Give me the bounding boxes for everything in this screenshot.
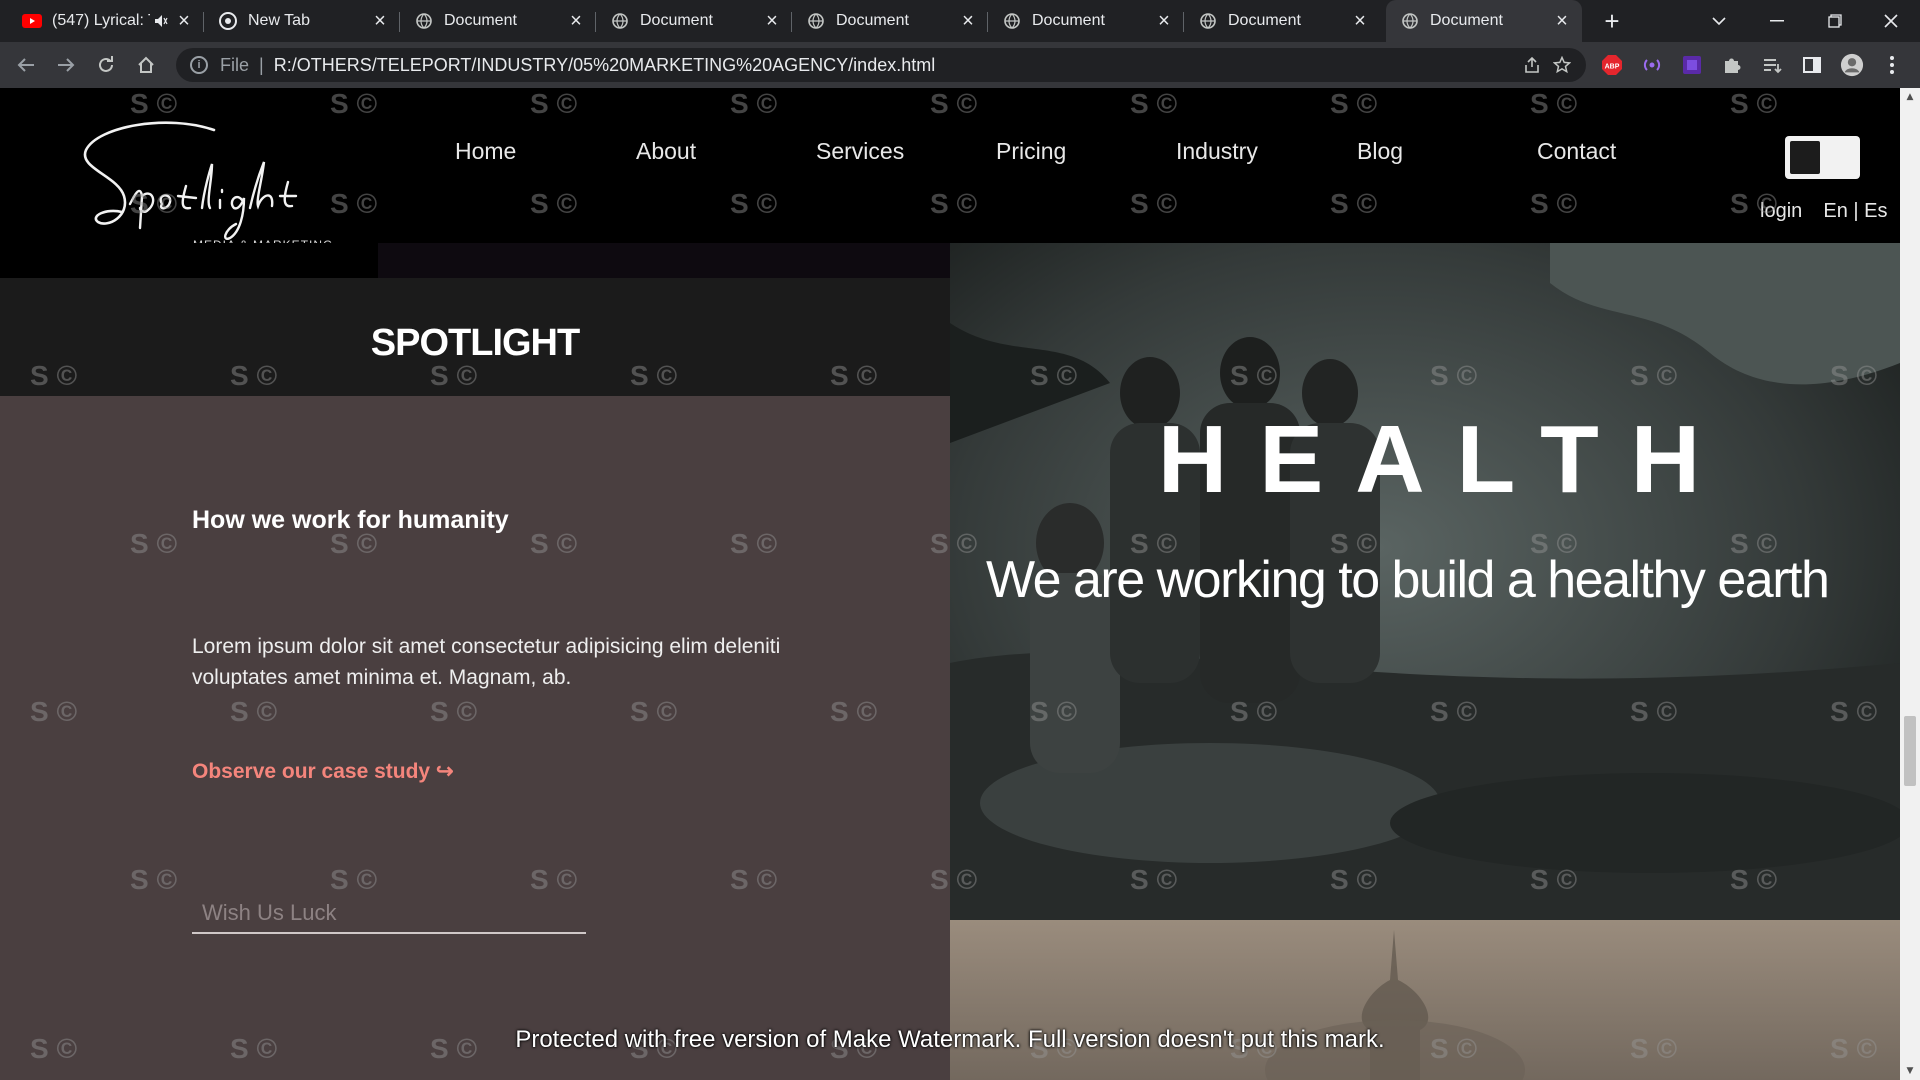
tab-youtube[interactable]: (547) Lyrical: Te × xyxy=(8,0,204,42)
scroll-down-arrow-icon[interactable]: ▼ xyxy=(1904,1066,1916,1076)
health-hero: HEALTH We are working to build a healthy… xyxy=(950,243,1900,920)
account-links: login En | Es xyxy=(1760,200,1888,223)
reload-icon[interactable] xyxy=(90,49,122,81)
close-tab-icon[interactable]: × xyxy=(1348,9,1372,33)
language-switch[interactable]: En | Es xyxy=(1823,200,1887,222)
close-tab-icon[interactable]: × xyxy=(956,9,980,33)
tab-search-icon[interactable] xyxy=(1690,0,1748,42)
scheme-label: File xyxy=(220,54,250,75)
login-link[interactable]: login xyxy=(1760,200,1802,222)
globe-icon xyxy=(1198,11,1218,31)
globe-icon xyxy=(414,11,434,31)
nav-blog[interactable]: Blog xyxy=(1357,138,1403,165)
tab-document-active[interactable]: Document × xyxy=(1386,0,1582,42)
scrollbar-thumb[interactable] xyxy=(1904,716,1916,786)
info-icon[interactable]: i xyxy=(190,56,208,74)
new-tab-button[interactable]: + xyxy=(1582,0,1642,42)
globe-icon xyxy=(1400,11,1420,31)
globe-icon xyxy=(806,11,826,31)
close-tab-icon[interactable]: × xyxy=(1152,9,1176,33)
header-underlap xyxy=(0,243,378,278)
tab-title: New Tab xyxy=(248,12,310,29)
puzzle-icon[interactable] xyxy=(1720,53,1744,77)
globe-icon xyxy=(610,11,630,31)
theme-toggle-knob xyxy=(1790,141,1820,174)
tab-document[interactable]: Document × xyxy=(792,0,988,42)
browser-toolbar: i File | R:/OTHERS/TELEPORT/INDUSTRY/05%… xyxy=(0,42,1920,88)
site-header: MEDIA & MARKETING Home About Services Pr… xyxy=(0,88,1900,252)
address-bar[interactable]: i File | R:/OTHERS/TELEPORT/INDUSTRY/05%… xyxy=(176,48,1586,82)
minimize-icon[interactable] xyxy=(1748,0,1806,42)
dark-strip xyxy=(378,243,950,278)
tab-new-tab[interactable]: New Tab × xyxy=(204,0,400,42)
close-tab-icon[interactable]: × xyxy=(172,9,196,33)
purple-extension-icon[interactable] xyxy=(1680,53,1704,77)
panel-body: Lorem ipsum dolor sit amet consectetur a… xyxy=(192,635,781,689)
chrome-menu-icon[interactable] xyxy=(1880,53,1904,77)
tab-strip: (547) Lyrical: Te × New Tab × Document ×… xyxy=(0,0,1920,42)
share-icon[interactable] xyxy=(1522,55,1542,75)
nav-industry[interactable]: Industry xyxy=(1176,138,1258,165)
nav-contact[interactable]: Contact xyxy=(1537,138,1616,165)
broadcast-icon[interactable] xyxy=(1640,53,1664,77)
bookmark-star-icon[interactable] xyxy=(1552,55,1572,75)
humanity-panel: How we work for humanity Lorem ipsum dol… xyxy=(0,396,950,1080)
hero-subtitle: We are working to build a healthy earth xyxy=(986,551,1830,609)
spotlight-band: SPOTLIGHT xyxy=(0,278,950,396)
speaker-muted-icon[interactable] xyxy=(150,14,172,28)
page-scrollbar[interactable]: ▲ ▼ xyxy=(1900,88,1920,1080)
case-study-link[interactable]: Observe our case study ↪ xyxy=(192,759,454,784)
scroll-up-arrow-icon[interactable]: ▲ xyxy=(1904,92,1916,102)
youtube-icon xyxy=(22,11,42,31)
panel-heading: How we work for humanity xyxy=(192,506,509,534)
city-photo xyxy=(950,920,1900,1080)
home-icon[interactable] xyxy=(130,49,162,81)
tab-document[interactable]: Document × xyxy=(988,0,1184,42)
nav-pricing[interactable]: Pricing xyxy=(996,138,1066,165)
reading-list-icon[interactable] xyxy=(1760,53,1784,77)
tab-document[interactable]: Document × xyxy=(1184,0,1380,42)
tab-title: Document xyxy=(1228,12,1301,29)
nav-about[interactable]: About xyxy=(636,138,696,165)
tab-document[interactable]: Document × xyxy=(596,0,792,42)
svg-text:ABP: ABP xyxy=(1605,64,1620,71)
tab-document[interactable]: Document × xyxy=(400,0,596,42)
tab-title: Document xyxy=(836,12,909,29)
globe-icon xyxy=(1002,11,1022,31)
back-arrow-icon[interactable] xyxy=(10,49,42,81)
spotlight-logo-script xyxy=(83,121,298,240)
side-panel-icon[interactable] xyxy=(1800,53,1824,77)
close-tab-icon[interactable]: × xyxy=(368,9,392,33)
chrome-icon xyxy=(218,11,238,31)
section-title: SPOTLIGHT xyxy=(370,322,580,364)
url-text[interactable]: R:/OTHERS/TELEPORT/INDUSTRY/05%20MARKETI… xyxy=(274,55,936,76)
wish-us-luck-input[interactable] xyxy=(192,894,586,934)
tab-title: Document xyxy=(640,12,713,29)
tab-title: Document xyxy=(1032,12,1105,29)
close-window-icon[interactable] xyxy=(1862,0,1920,42)
nav-home[interactable]: Home xyxy=(455,138,516,165)
address-separator: | xyxy=(259,54,264,75)
hero-title: HEALTH xyxy=(1157,406,1733,513)
tab-title: Document xyxy=(444,12,517,29)
close-tab-icon[interactable]: × xyxy=(1550,9,1574,33)
adblock-plus-icon[interactable]: ABP xyxy=(1600,53,1624,77)
close-tab-icon[interactable]: × xyxy=(564,9,588,33)
nav-services[interactable]: Services xyxy=(816,138,904,165)
tab-title: (547) Lyrical: Te xyxy=(52,12,150,29)
screen: { "browser": { "tabs": [ {"title": "(547… xyxy=(0,0,1920,1080)
forward-arrow-icon[interactable] xyxy=(50,49,82,81)
profile-avatar-icon[interactable] xyxy=(1840,53,1864,77)
theme-toggle[interactable] xyxy=(1785,136,1860,179)
restore-icon[interactable] xyxy=(1806,0,1864,42)
close-tab-icon[interactable]: × xyxy=(760,9,784,33)
tab-title: Document xyxy=(1430,12,1503,29)
spotlight-logo[interactable] xyxy=(78,110,338,240)
web-page: MEDIA & MARKETING Home About Services Pr… xyxy=(0,88,1900,1080)
second-hero-image xyxy=(950,920,1900,1080)
